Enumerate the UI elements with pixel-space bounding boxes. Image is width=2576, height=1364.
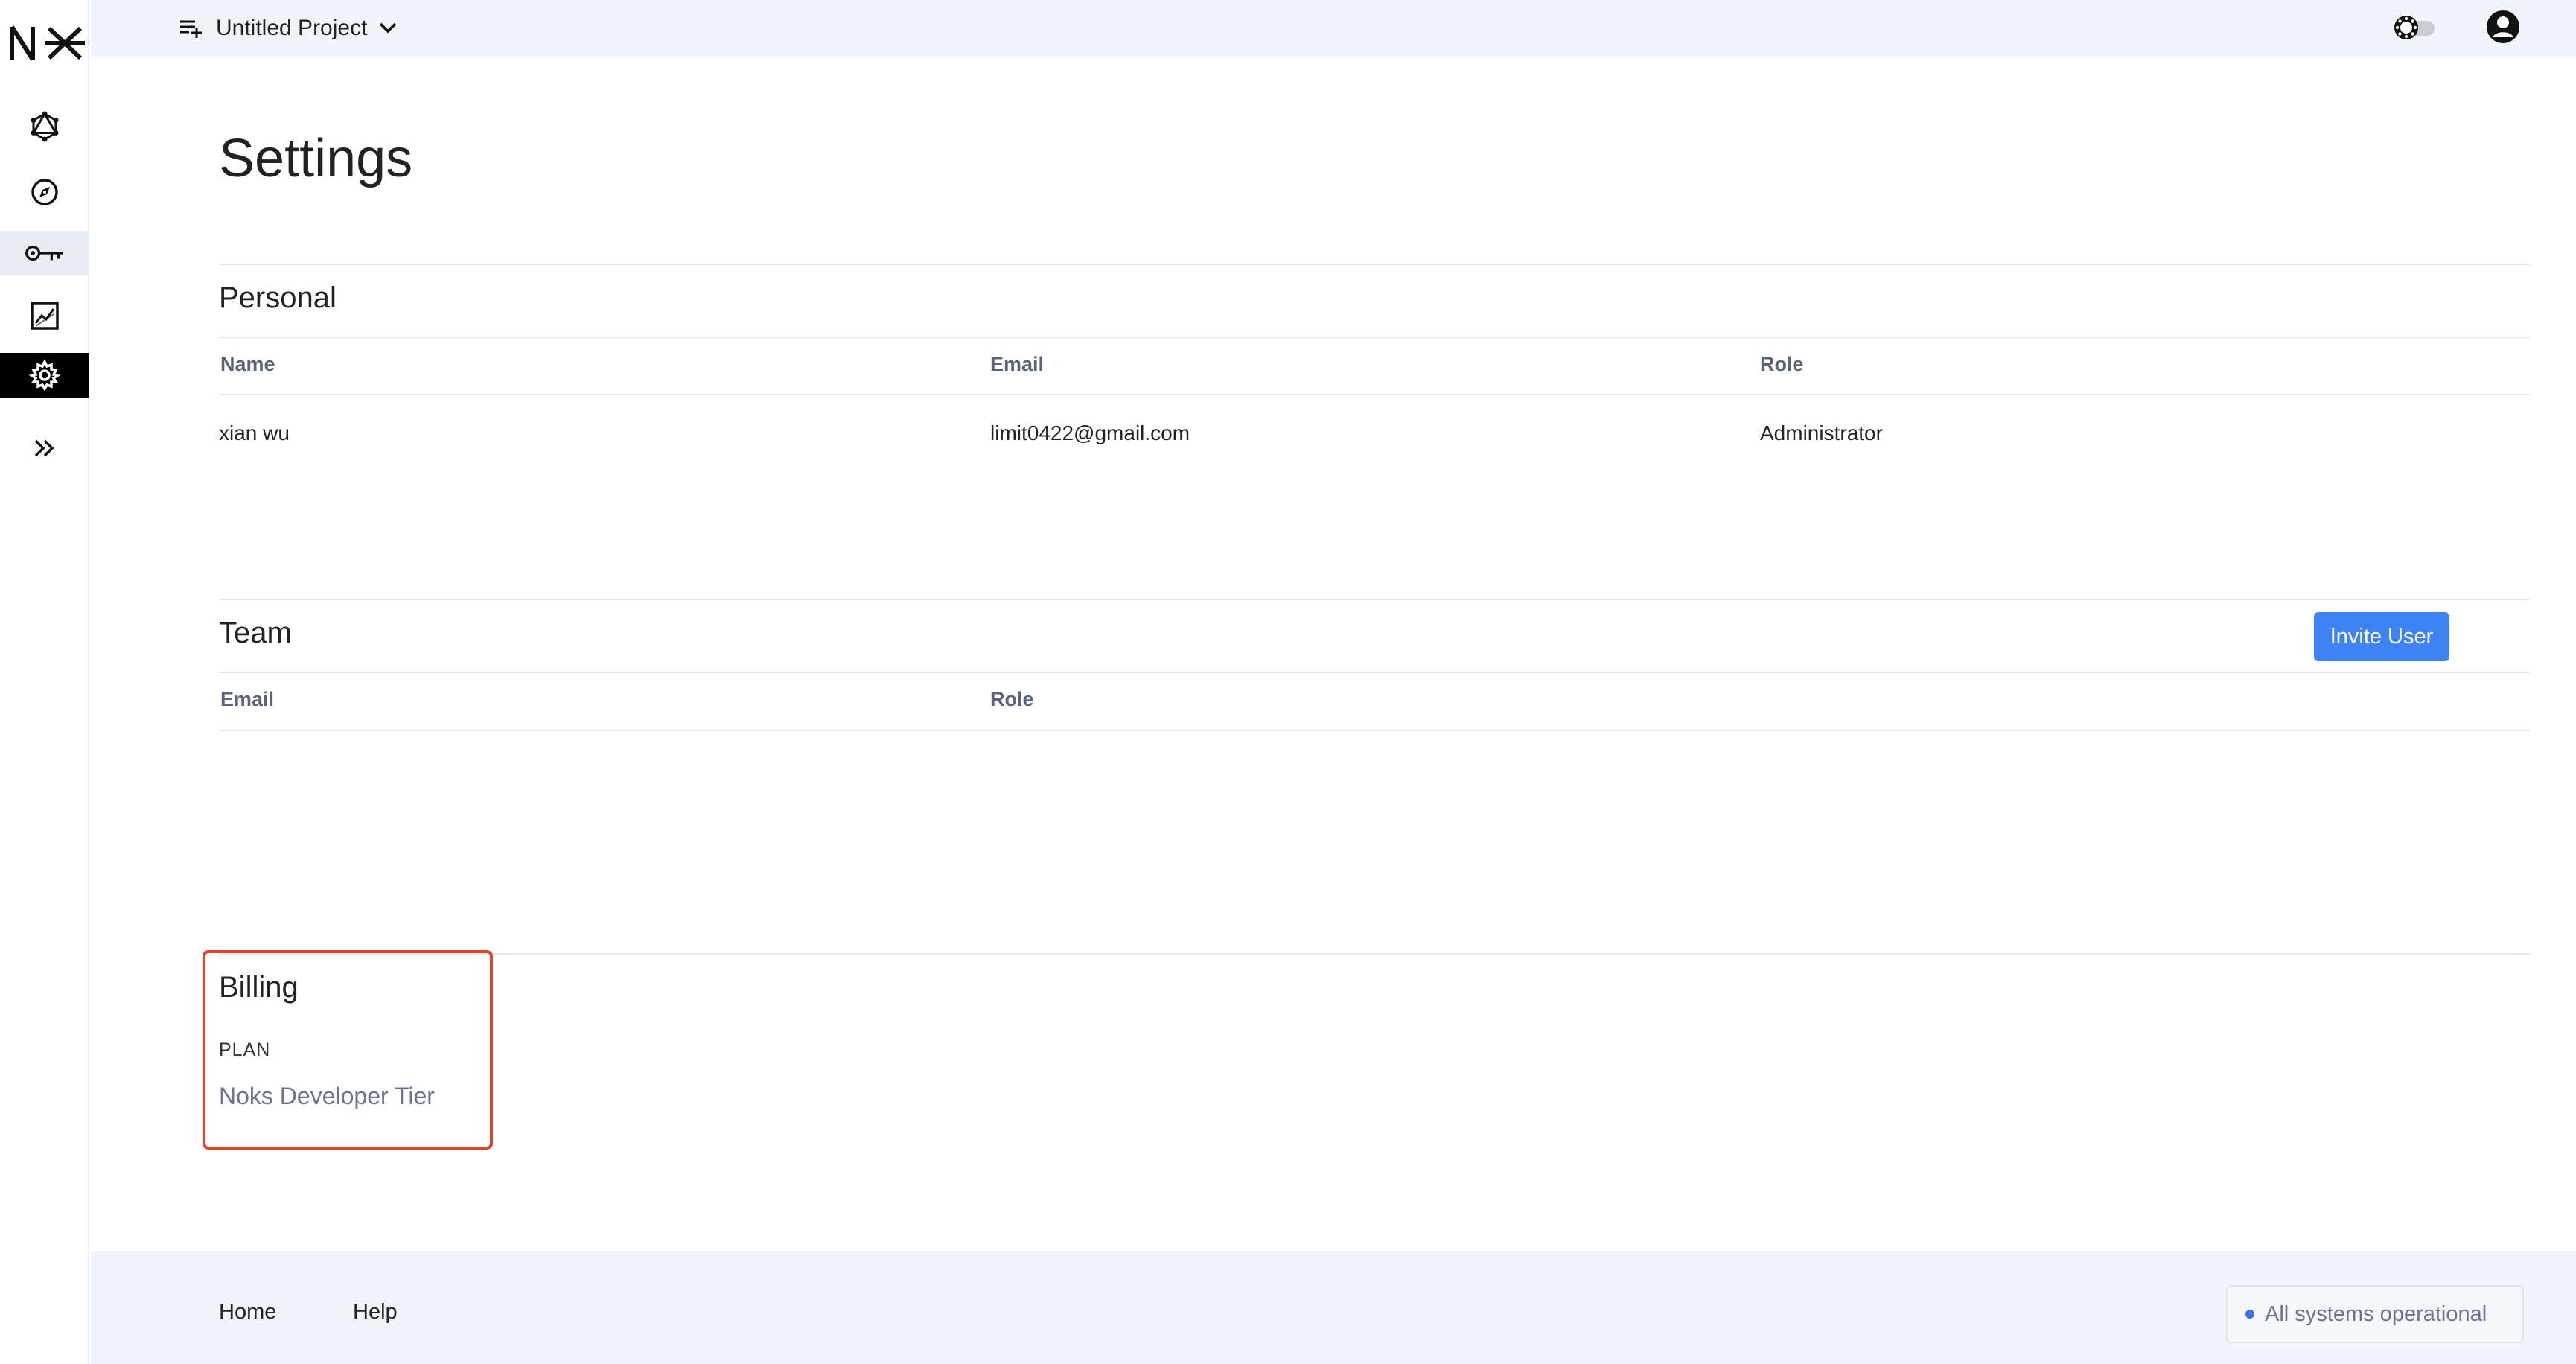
column-header-email: Email: [220, 688, 275, 710]
plan-label: PLAN: [219, 1039, 271, 1060]
personal-section-title: Personal: [219, 281, 337, 314]
table-header-divider: [219, 337, 2530, 338]
user-role: Administrator: [1760, 421, 1883, 444]
team-section-title: Team: [219, 616, 292, 649]
table-row-divider: [219, 394, 2530, 395]
project-name: Untitled Project: [216, 16, 368, 40]
compass-icon: [31, 179, 58, 205]
table-header-divider: [219, 672, 2530, 673]
sidebar: [0, 0, 89, 1364]
key-icon: [25, 245, 63, 261]
sidebar-item-analytics[interactable]: [0, 293, 89, 338]
chevron-down-icon: [380, 22, 397, 34]
sidebar-item-settings[interactable]: [0, 353, 89, 398]
sidebar-item-api-keys[interactable]: [0, 231, 89, 275]
project-selector[interactable]: Untitled Project: [179, 10, 398, 46]
playlist-add-icon: [180, 20, 202, 38]
sidebar-item-graphql[interactable]: [0, 104, 89, 149]
main-content: Settings Personal Name Email Role xian w…: [91, 57, 2576, 1251]
section-divider: [219, 264, 2530, 265]
theme-toggle-icon[interactable]: [2388, 10, 2438, 45]
column-header-email: Email: [990, 353, 1045, 375]
app-logo[interactable]: [7, 19, 85, 67]
section-divider: [219, 953, 2530, 955]
sidebar-item-explore[interactable]: [0, 170, 89, 214]
column-header-role: Role: [990, 688, 1034, 710]
chart-icon: [31, 302, 59, 330]
graphql-icon: [31, 111, 59, 142]
billing-section-title: Billing: [219, 971, 299, 1004]
plan-value: Noks Developer Tier: [219, 1083, 435, 1109]
user-email: limit0422@gmail.com: [990, 421, 1190, 444]
top-bar: Untitled Project: [91, 0, 2576, 57]
footer-link-help[interactable]: Help: [353, 1300, 398, 1325]
footer-link-home[interactable]: Home: [219, 1300, 276, 1325]
user-name: xian wu: [219, 421, 290, 444]
table-row-divider: [219, 730, 2530, 731]
invite-user-button[interactable]: Invite User: [2314, 612, 2449, 661]
footer: Home Help All systems operational: [91, 1251, 2576, 1364]
page-title: Settings: [219, 129, 413, 188]
gear-icon: [28, 359, 61, 392]
user-avatar-icon[interactable]: [2485, 9, 2521, 45]
status-text: All systems operational: [2265, 1301, 2487, 1326]
status-dot-icon: [2245, 1310, 2254, 1319]
section-divider: [219, 599, 2530, 600]
sidebar-expand-button[interactable]: [0, 426, 89, 471]
double-chevron-right-icon: [34, 439, 54, 457]
system-status-badge[interactable]: All systems operational: [2226, 1285, 2524, 1343]
column-header-name: Name: [220, 353, 275, 375]
column-header-role: Role: [1760, 353, 1804, 375]
